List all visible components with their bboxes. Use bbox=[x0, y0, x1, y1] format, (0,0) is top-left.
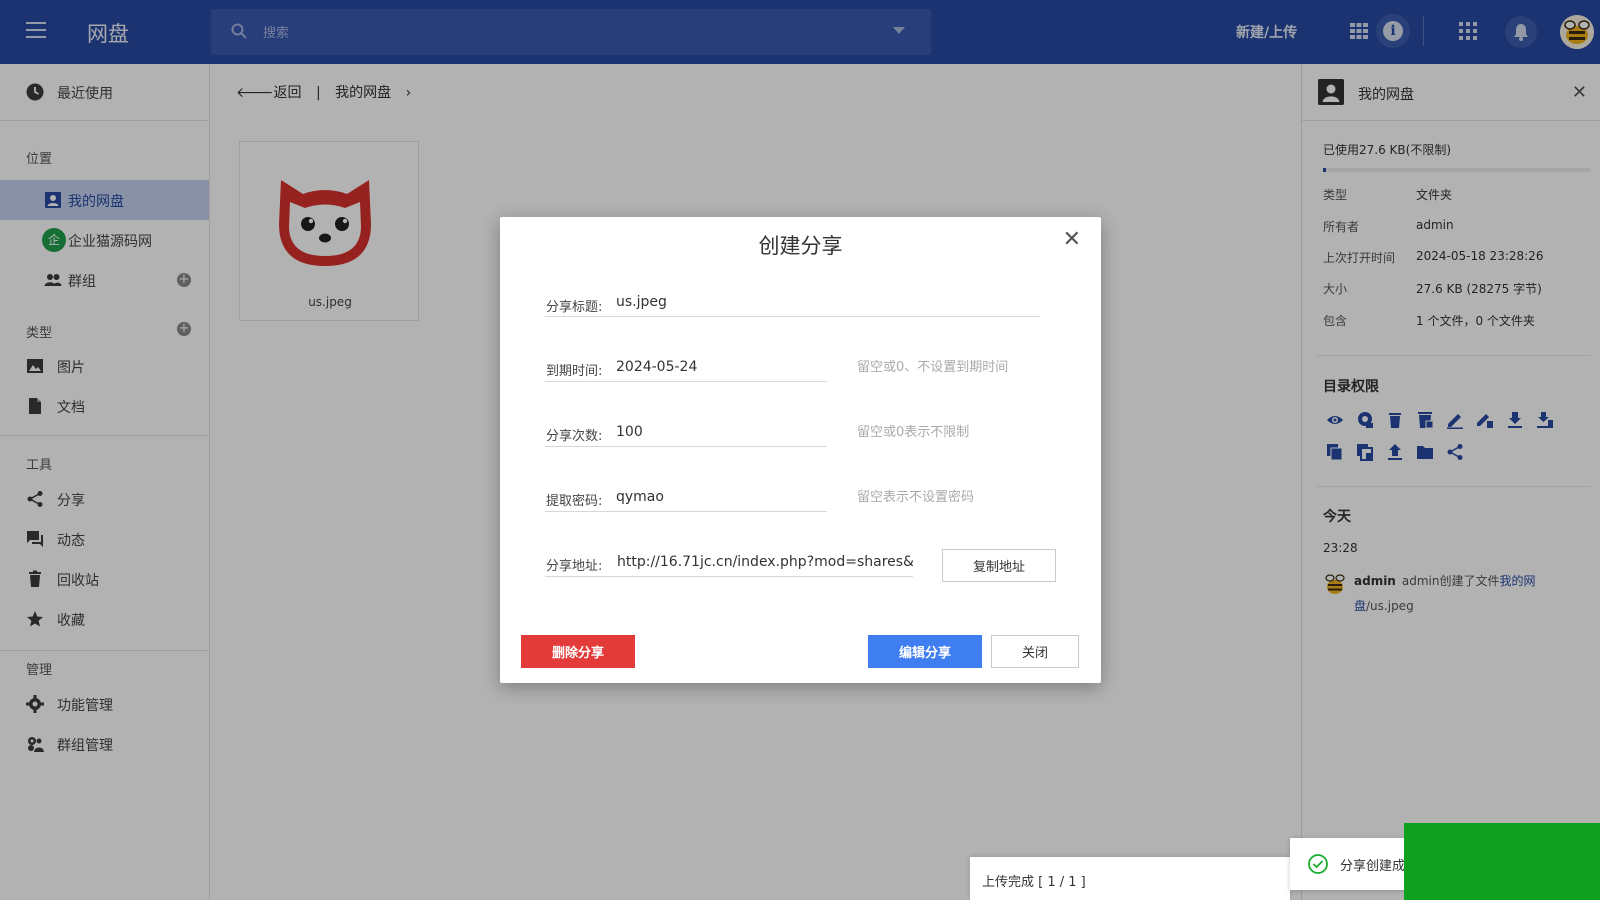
copy-url-button[interactable]: 复制地址 bbox=[942, 549, 1056, 582]
close-button[interactable]: 关闭 bbox=[991, 635, 1079, 668]
close-icon[interactable]: ✕ bbox=[1063, 227, 1081, 252]
upload-status-bar[interactable]: 上传完成 [ 1 / 1 ] bbox=[970, 857, 1290, 900]
delete-share-button[interactable]: 删除分享 bbox=[521, 635, 635, 668]
password-hint: 留空表示不设置密码 bbox=[857, 490, 975, 505]
toast-message: 分享创建成 bbox=[1340, 859, 1406, 874]
dialog-title: 创建分享 bbox=[758, 234, 843, 258]
expire-hint: 留空或0、不设置到期时间 bbox=[857, 360, 1009, 375]
check-circle-icon bbox=[1308, 854, 1328, 874]
upload-status-text: 上传完成 [ 1 / 1 ] bbox=[982, 875, 1086, 890]
share-count-hint: 留空或0表示不限制 bbox=[857, 425, 970, 440]
password-input[interactable] bbox=[545, 482, 827, 512]
expire-date-input[interactable] bbox=[545, 352, 827, 382]
green-overlay-block bbox=[1404, 823, 1600, 900]
create-share-dialog: 创建分享 ✕ 分享标题: 到期时间: 留空或0、不设置到期时间 分享次数: 留空… bbox=[500, 217, 1101, 683]
share-url-input[interactable] bbox=[545, 547, 913, 577]
edit-share-button[interactable]: 编辑分享 bbox=[868, 635, 982, 668]
share-count-input[interactable] bbox=[545, 417, 827, 447]
share-title-input[interactable] bbox=[545, 287, 1040, 317]
